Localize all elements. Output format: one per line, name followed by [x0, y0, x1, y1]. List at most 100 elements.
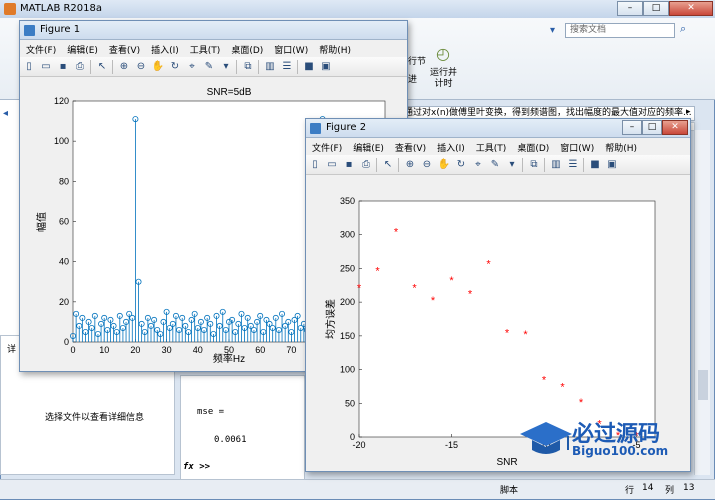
figure2-titlebar[interactable]: Figure 2 – □ ✕ [306, 119, 690, 138]
print-icon[interactable]: ⎙ [359, 158, 373, 172]
figure2-menu-edit[interactable]: 编辑(E) [347, 138, 389, 154]
search-toggle-icon[interactable]: ⌕ [680, 22, 686, 36]
open-file-icon[interactable]: ▭ [39, 60, 53, 74]
cmd-prompt[interactable]: fx >> [183, 462, 210, 472]
zoom-in-icon[interactable]: ⊕ [403, 158, 417, 172]
back-icon[interactable]: ◂ [3, 108, 8, 119]
figure1-titlebar[interactable]: Figure 1 [20, 21, 407, 40]
new-figure-icon[interactable]: ▯ [308, 158, 322, 172]
figure1-menu-view[interactable]: 查看(V) [103, 40, 145, 56]
figure1-menu-insert[interactable]: 插入(I) [145, 40, 184, 56]
colorbar-icon[interactable]: ▥ [263, 60, 277, 74]
brush-icon[interactable]: ✎ [202, 60, 216, 74]
edit-plot-icon[interactable]: ↖ [381, 158, 395, 172]
legend-icon[interactable]: ☰ [280, 60, 294, 74]
brush-dropdown-icon[interactable]: ▾ [505, 158, 519, 172]
scatter-point: * [468, 288, 473, 300]
scatter-point: * [449, 275, 454, 287]
figure2-menu-desktop[interactable]: 桌面(D) [511, 138, 554, 154]
figure2-menubar: 文件(F) 编辑(E) 查看(V) 插入(I) 工具(T) 桌面(D) 窗口(W) 帮助(H) [306, 138, 690, 155]
watermark-logo: 必过源码 Biguo100.com [510, 410, 710, 465]
figure2-maximize-button[interactable]: □ [642, 120, 662, 135]
scatter-point: * [486, 259, 491, 271]
run-and-time-label[interactable]: 运行并 计时 [430, 68, 457, 90]
dock-icon[interactable]: ▣ [605, 158, 619, 172]
figure2-icon [310, 123, 321, 134]
x-tick-label: 60 [255, 345, 265, 355]
y-tick-label: 0 [350, 432, 355, 442]
figure1-menu-desktop[interactable]: 桌面(D) [225, 40, 268, 56]
run-and-time-icon[interactable]: ◴ [436, 44, 450, 63]
details-placeholder: 选择文件以查看详细信息 [45, 413, 145, 423]
data-cursor-icon[interactable]: ⌖ [185, 60, 199, 74]
pan-icon[interactable]: ✋ [151, 60, 165, 74]
edit-plot-icon[interactable]: ↖ [95, 60, 109, 74]
dock-icon[interactable]: ▣ [319, 60, 333, 74]
rotate-icon[interactable]: ↻ [454, 158, 468, 172]
figure1-ylabel: 幅值 [35, 212, 48, 232]
open-file-icon[interactable]: ▭ [325, 158, 339, 172]
help-icon[interactable]: ▾ [550, 25, 555, 36]
matlab-logo-icon [4, 3, 16, 15]
zoom-out-icon[interactable]: ⊖ [134, 60, 148, 74]
scatter-point: * [579, 397, 584, 409]
figure1-icon [24, 25, 35, 36]
figure2-menu-window[interactable]: 窗口(W) [554, 138, 599, 154]
figure2-toolbar: ▯ ▭ ▪ ⎙ ↖ ⊕ ⊖ ✋ ↻ ⌖ ✎ ▾ ⧉ ▥ ☰ ■ ▣ [306, 155, 690, 175]
matlab-maximize-button[interactable]: □ [643, 1, 669, 16]
new-figure-icon[interactable]: ▯ [22, 60, 36, 74]
x-tick-label: 20 [130, 345, 140, 355]
toolbar-separator [236, 60, 237, 74]
figure2-menu-help[interactable]: 帮助(H) [599, 138, 642, 154]
toolbar-separator [398, 158, 399, 172]
scroll-right-icon[interactable]: ▸ [686, 107, 691, 117]
figure1-menu-file[interactable]: 文件(F) [20, 40, 61, 56]
scatter-point: * [375, 265, 380, 277]
y-tick-label: 350 [340, 196, 355, 206]
hide-tools-icon[interactable]: ■ [302, 60, 316, 74]
matlab-minimize-button[interactable]: – [617, 1, 643, 16]
advance-label[interactable]: 进 [408, 72, 417, 85]
matlab-close-button[interactable]: ✕ [669, 1, 713, 16]
figure1-menu-edit[interactable]: 编辑(E) [61, 40, 103, 56]
legend-icon[interactable]: ☰ [566, 158, 580, 172]
figure2-menu-insert[interactable]: 插入(I) [431, 138, 470, 154]
status-script-label: 脚本 [500, 486, 519, 496]
figure2-menu-file[interactable]: 文件(F) [306, 138, 347, 154]
figure1-menu-window[interactable]: 窗口(W) [268, 40, 313, 56]
details-tab-label[interactable]: 详 [7, 342, 16, 355]
figure2-menu-tools[interactable]: 工具(T) [470, 138, 512, 154]
figure1-xlabel: 频率Hz [213, 352, 245, 365]
y-tick-label: 200 [340, 297, 355, 307]
figure2-title: Figure 2 [326, 122, 367, 133]
run-section-label[interactable]: 行节 [408, 54, 426, 67]
zoom-out-icon[interactable]: ⊖ [420, 158, 434, 172]
figure1-toolbar: ▯ ▭ ▪ ⎙ ↖ ⊕ ⊖ ✋ ↻ ⌖ ✎ ▾ ⧉ ▥ ☰ ■ ▣ [20, 57, 407, 77]
toolbar-separator [522, 158, 523, 172]
figure1-menu-help[interactable]: 帮助(H) [313, 40, 356, 56]
zoom-in-icon[interactable]: ⊕ [117, 60, 131, 74]
command-window[interactable]: mse = 0.0061 fx >> [180, 375, 305, 495]
save-icon[interactable]: ▪ [342, 158, 356, 172]
figure2-close-button[interactable]: ✕ [662, 120, 688, 135]
colorbar-icon[interactable]: ▥ [549, 158, 563, 172]
watermark-url: Biguo100.com [572, 444, 669, 458]
rotate-icon[interactable]: ↻ [168, 60, 182, 74]
pan-icon[interactable]: ✋ [437, 158, 451, 172]
figure2-minimize-button[interactable]: – [622, 120, 642, 135]
figure1-menu-tools[interactable]: 工具(T) [184, 40, 226, 56]
link-plot-icon[interactable]: ⧉ [527, 158, 541, 172]
status-col-label: 列 [665, 486, 675, 496]
brush-dropdown-icon[interactable]: ▾ [219, 60, 233, 74]
x-tick-label: 40 [193, 345, 203, 355]
data-cursor-icon[interactable]: ⌖ [471, 158, 485, 172]
print-icon[interactable]: ⎙ [73, 60, 87, 74]
y-tick-label: 100 [340, 365, 355, 375]
save-icon[interactable]: ▪ [56, 60, 70, 74]
link-plot-icon[interactable]: ⧉ [241, 60, 255, 74]
hide-tools-icon[interactable]: ■ [588, 158, 602, 172]
figure2-menu-view[interactable]: 查看(V) [389, 138, 431, 154]
right-scrollbar-thumb[interactable] [698, 370, 708, 400]
search-input[interactable]: 搜索文档 [565, 23, 675, 38]
brush-icon[interactable]: ✎ [488, 158, 502, 172]
